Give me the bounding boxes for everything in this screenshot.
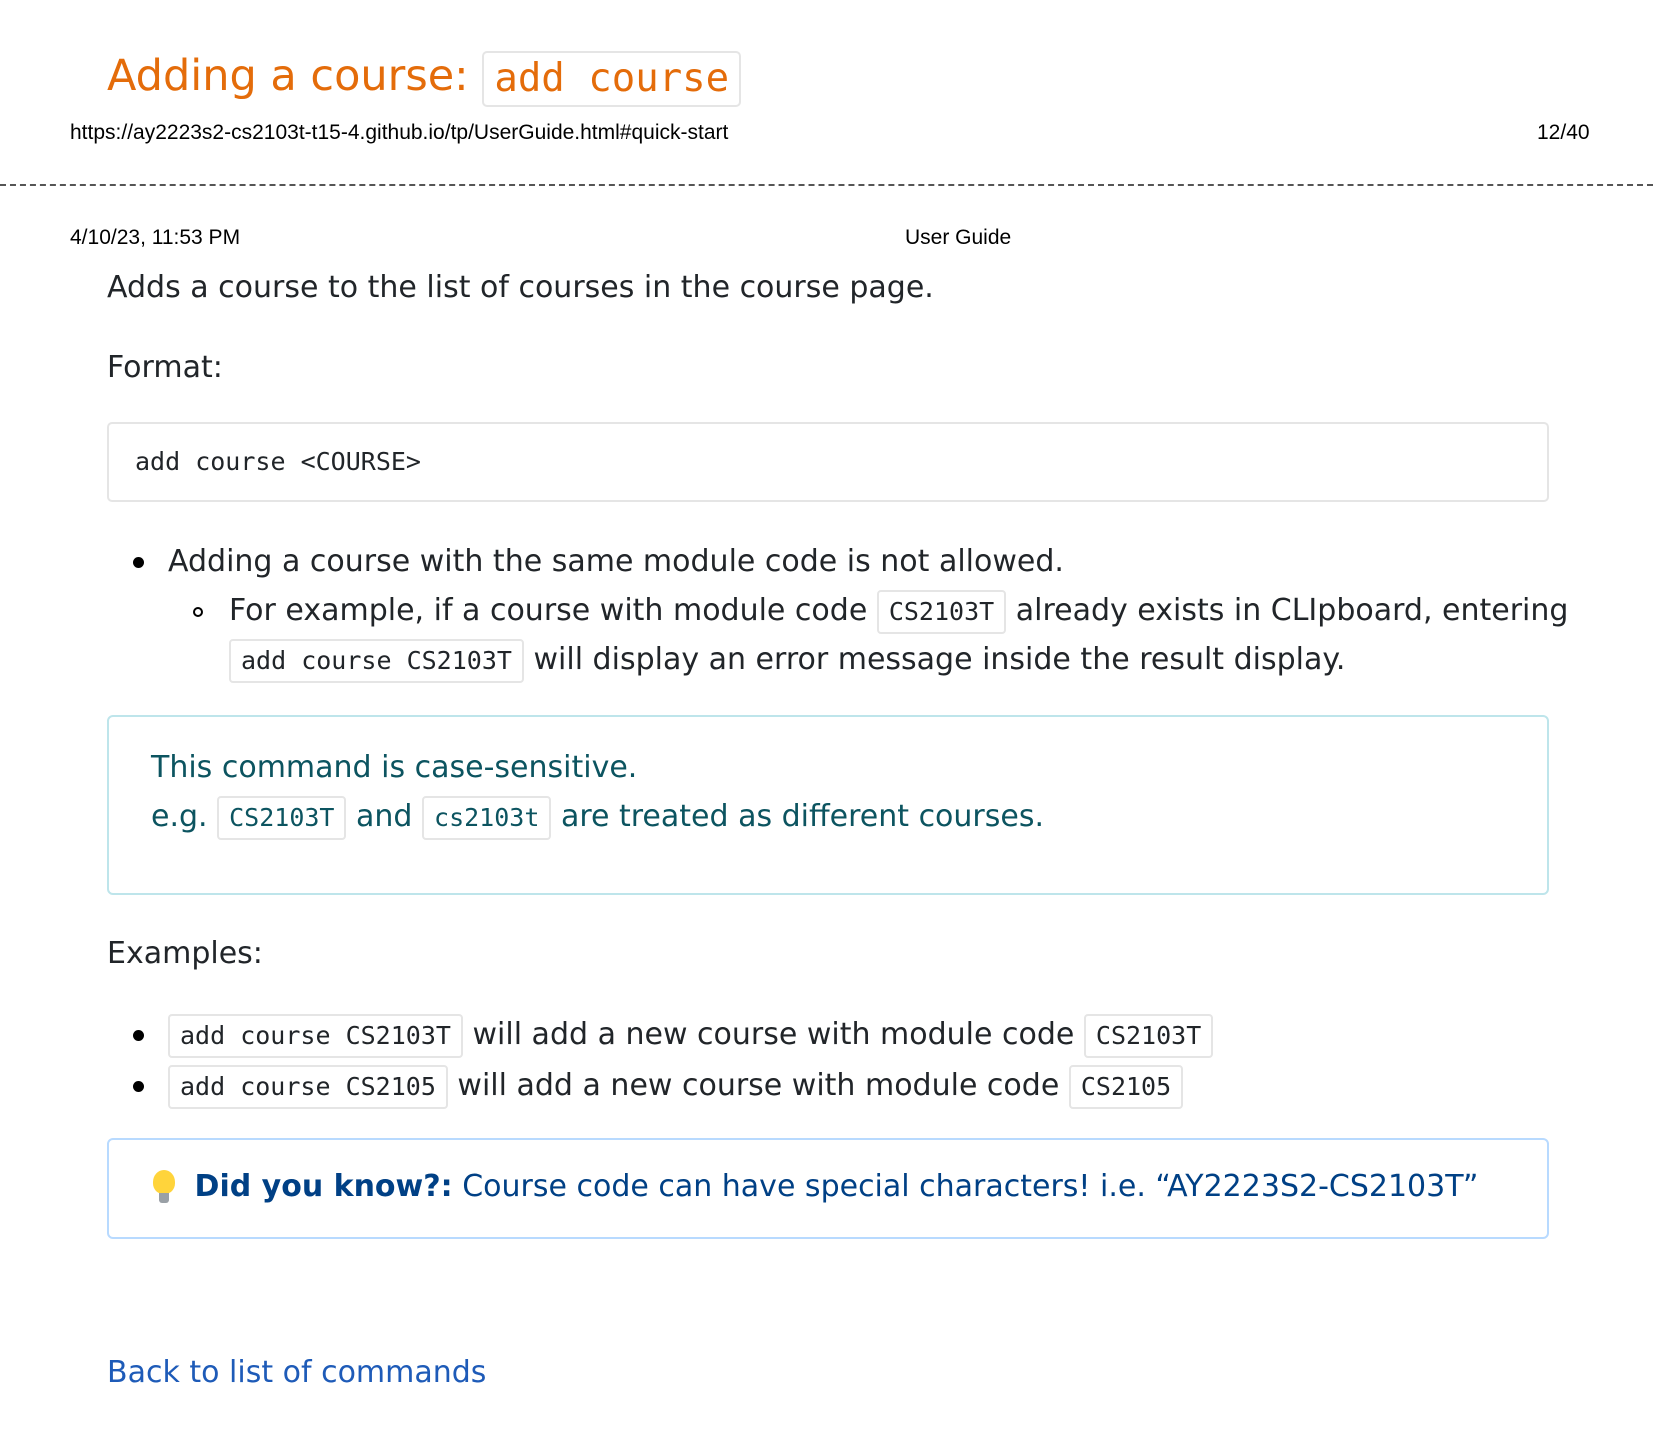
example-text: will add a new course with module code (472, 1017, 1075, 1052)
example-code: CS2105 (1068, 1064, 1184, 1109)
info-suffix: are treated as different courses. (560, 799, 1045, 834)
tip-line: Did you know?: Course code can have spec… (151, 1164, 1478, 1210)
example-command: add course CS2105 (168, 1064, 448, 1109)
tip-callout: Did you know?: Course code can have spec… (107, 1138, 1549, 1239)
bullet-marker (133, 557, 144, 568)
note-example-line-1: For example, if a course with module cod… (229, 588, 1568, 634)
info-conjunction: and (356, 799, 413, 834)
tip-text: Course code can have special characters!… (462, 1169, 1479, 1204)
info-code-2: cs2103t (422, 795, 552, 840)
example-command: add course CS2103T (168, 1013, 463, 1058)
info-code-1: CS2103T (217, 795, 347, 840)
note-example-prefix: For example, if a course with module cod… (229, 593, 868, 628)
note-example-code: CS2103T (876, 589, 1007, 634)
info-callout: This command is case-sensitive. e.g. CS2… (107, 715, 1549, 895)
tip-label: Did you know?: (194, 1169, 453, 1204)
print-url: https://ay2223s2-cs2103t-t15-4.github.io… (70, 121, 729, 144)
note-example-line-2: add course CS2103T will display an error… (229, 637, 1345, 683)
examples-label: Examples: (107, 936, 263, 971)
section-heading-command: add course (482, 50, 742, 107)
print-datetime: 4/10/23, 11:53 PM (70, 226, 241, 249)
section-heading: Adding a course: add course (107, 46, 742, 107)
page-break-divider (0, 184, 1653, 186)
section-heading-text: Adding a course: (107, 51, 469, 101)
bullet-marker (133, 1030, 144, 1041)
format-label: Format: (107, 350, 223, 385)
back-to-commands-link[interactable]: Back to list of commands (107, 1355, 486, 1390)
note-example-middle: already exists in CLIpboard, entering (1015, 593, 1569, 628)
sub-bullet-marker (193, 607, 203, 617)
note-rule: Adding a course with the same module cod… (168, 544, 1064, 579)
example-item: add course CS2103T will add a new course… (168, 1012, 1214, 1058)
print-page-title: User Guide (905, 226, 1012, 249)
example-code: CS2103T (1083, 1013, 1214, 1058)
note-example-command: add course CS2103T (229, 638, 524, 683)
print-page-number: 12/40 (1537, 121, 1590, 144)
bullet-marker (133, 1081, 144, 1092)
lightbulb-icon (151, 1168, 177, 1208)
info-line-1: This command is case-sensitive. (151, 750, 638, 785)
note-example-suffix: will display an error message inside the… (533, 642, 1346, 677)
info-line-2: e.g. CS2103T and cs2103t are treated as … (151, 794, 1044, 840)
command-description: Adds a course to the list of courses in … (107, 270, 934, 305)
example-item: add course CS2105 will add a new course … (168, 1063, 1184, 1109)
info-prefix: e.g. (151, 799, 208, 834)
example-text: will add a new course with module code (457, 1068, 1060, 1103)
format-code-block: add course <COURSE> (107, 422, 1549, 502)
